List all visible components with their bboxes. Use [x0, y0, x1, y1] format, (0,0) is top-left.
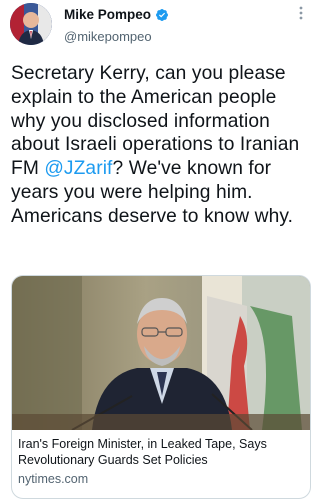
author-name[interactable]: Mike Pompeo: [64, 7, 151, 22]
link-card[interactable]: Iran's Foreign Minister, in Leaked Tape,…: [11, 275, 311, 499]
avatar[interactable]: [10, 3, 52, 45]
card-domain: nytimes.com: [18, 472, 89, 486]
tweet-text: Secretary Kerry, can you please explain …: [11, 62, 311, 229]
card-title: Iran's Foreign Minister, in Leaked Tape,…: [18, 437, 267, 467]
card-image: [12, 276, 310, 430]
more-options-icon[interactable]: [292, 4, 310, 22]
author-handle[interactable]: @mikepompeo: [64, 29, 152, 44]
verified-badge-icon: [155, 8, 169, 22]
card-body: Iran's Foreign Minister, in Leaked Tape,…: [12, 430, 310, 486]
mention-link[interactable]: @JZarif: [44, 158, 112, 179]
author-name-row: Mike Pompeo: [64, 7, 169, 22]
